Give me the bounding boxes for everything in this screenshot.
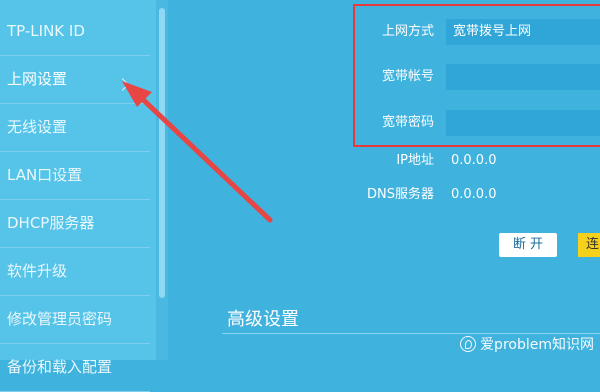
connect-button[interactable]: 连	[578, 233, 600, 257]
dns-value: 0.0.0.0	[451, 187, 497, 202]
watermark-text: 爱problem知识网	[480, 337, 594, 353]
sidebar-item-firmware-upgrade[interactable]: 软件升级	[0, 248, 150, 296]
advanced-settings-heading[interactable]: 高级设置	[227, 305, 299, 331]
ip-row: IP地址 0.0.0.0	[0, 146, 600, 176]
dns-label: DNS服务器	[367, 187, 434, 202]
highlight-box	[353, 4, 600, 147]
sidebar-item-change-admin-password[interactable]: 修改管理员密码	[0, 296, 150, 344]
sidebar-item-backup-restore[interactable]: 备份和载入配置	[0, 344, 150, 392]
watermark-logo-icon	[460, 336, 477, 352]
watermark: 爱problem知识网	[460, 334, 594, 354]
ip-label: IP地址	[396, 153, 434, 168]
disconnect-button[interactable]: 断 开	[499, 233, 557, 257]
ip-value: 0.0.0.0	[451, 153, 497, 168]
dns-row: DNS服务器 0.0.0.0	[0, 180, 600, 210]
